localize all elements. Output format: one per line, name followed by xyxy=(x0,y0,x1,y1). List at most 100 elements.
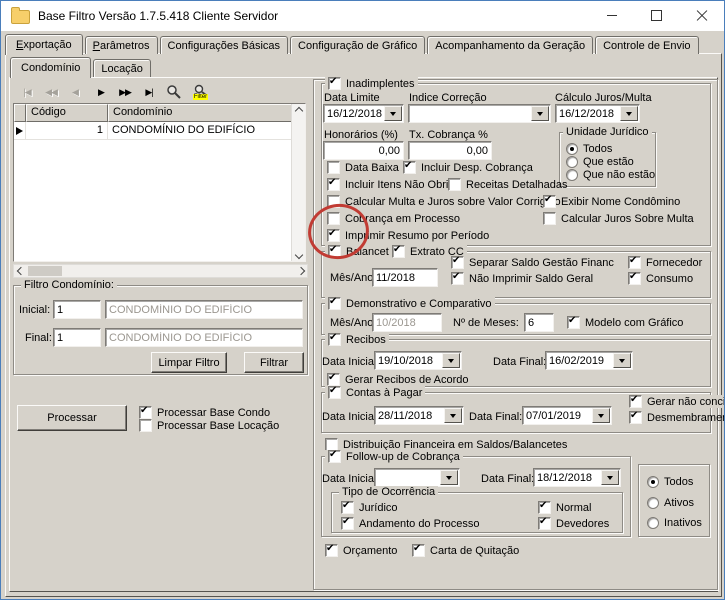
cell-codigo[interactable]: 1 xyxy=(26,122,108,139)
nao-imprimir-saldo-checkbox[interactable]: Não Imprimir Saldo Geral xyxy=(451,271,593,285)
nav-last-button[interactable]: ▶| xyxy=(137,83,161,101)
nav-next-button[interactable]: ▶ xyxy=(89,83,113,101)
scroll-down-button[interactable] xyxy=(292,248,305,261)
scroll-left-button[interactable] xyxy=(14,265,27,277)
tab-configuracao-grafico[interactable]: Configuração de Gráfico xyxy=(290,36,426,54)
desmembramento-checkbox[interactable]: Desmembramento xyxy=(629,410,724,424)
scroll-up-button[interactable] xyxy=(292,104,305,117)
tab-controle-envio[interactable]: Controle de Envio xyxy=(595,36,699,54)
final-code-field[interactable]: 1 xyxy=(53,328,101,347)
tab-exportacao[interactable]: Exportação xyxy=(5,34,83,55)
radio-que-estao[interactable]: Que estão xyxy=(566,155,634,168)
dropdown-button[interactable] xyxy=(531,106,549,121)
orcamento-checkbox[interactable]: Orçamento xyxy=(325,543,397,557)
indice-correcao-combo[interactable] xyxy=(408,104,551,123)
cell-condominio[interactable]: CONDOMÍNIO DO EDIFÍCIO xyxy=(108,122,292,139)
grid-vertical-scrollbar[interactable] xyxy=(291,104,305,261)
andamento-processo-checkbox[interactable]: Andamento do Processo xyxy=(341,516,479,530)
dropdown-button[interactable] xyxy=(613,353,631,368)
status-radio-todos[interactable]: Todos xyxy=(647,475,693,488)
tab-condominio[interactable]: Condomínio xyxy=(10,57,92,78)
recibos-data-inicial-combo[interactable]: 19/10/2018 xyxy=(374,351,462,370)
grid-col-codigo[interactable]: Código xyxy=(26,104,108,122)
filtrar-button[interactable]: Filtrar xyxy=(244,352,304,373)
dropdown-button[interactable] xyxy=(440,470,458,485)
juridico-checkbox[interactable]: Jurídico xyxy=(341,500,398,514)
maximize-button[interactable] xyxy=(634,1,679,30)
tab-acompanhamento-geracao[interactable]: Acompanhamento da Geração xyxy=(427,36,594,54)
incluir-desp-cobranca-label: Incluir Desp. Cobrança xyxy=(421,161,533,174)
tx-cobranca-field[interactable]: 0,00 xyxy=(408,141,492,160)
final-name-field[interactable]: CONDOMÍNIO DO EDIFÍCIO xyxy=(105,328,303,347)
dropdown-button[interactable] xyxy=(601,470,619,485)
demonstrativo-checkbox[interactable]: Demonstrativo e Comparativo xyxy=(325,296,495,310)
gerar-recibos-acordo-checkbox[interactable]: Gerar Recibos de Acordo xyxy=(327,372,469,386)
inicial-code-field[interactable]: 1 xyxy=(53,300,101,319)
grid-horizontal-scrollbar[interactable] xyxy=(13,264,308,278)
filter-button[interactable]: Filter xyxy=(189,81,212,102)
devedores-checkbox[interactable]: Devedores xyxy=(538,516,609,530)
calculo-juros-combo[interactable]: 16/12/2018 xyxy=(555,104,640,123)
nav-next-page-button[interactable]: ▶▶ xyxy=(113,83,137,101)
incluir-desp-cobranca-checkbox[interactable]: Incluir Desp. Cobrança xyxy=(403,160,533,174)
nav-first-button[interactable]: |◀ xyxy=(15,83,39,101)
consumo-checkbox[interactable]: Consumo xyxy=(628,271,693,285)
recibos-data-final-combo[interactable]: 16/02/2019 xyxy=(545,351,633,370)
followup-checkbox[interactable]: Follow-up de Cobrança xyxy=(325,449,463,463)
tab-locacao[interactable]: Locação xyxy=(93,59,151,77)
grid-col-condominio[interactable]: Condomínio xyxy=(108,104,294,122)
grid-row[interactable]: 1 CONDOMÍNIO DO EDIFÍCIO xyxy=(14,122,305,140)
status-radio-inativos[interactable]: Inativos xyxy=(647,516,702,529)
scrollbar-thumb[interactable] xyxy=(28,266,62,276)
calcular-juros-sobre-multa-checkbox[interactable]: Calcular Juros Sobre Multa xyxy=(543,212,694,225)
radio-que-nao-estao[interactable]: Que não estão xyxy=(566,168,655,181)
contas-data-inicial-combo[interactable]: 28/11/2018 xyxy=(374,406,464,425)
honorarios-field[interactable]: 0,00 xyxy=(323,141,404,160)
recibos-checkbox[interactable]: Recibos xyxy=(325,332,389,346)
carta-quitacao-checkbox[interactable]: Carta de Quitação xyxy=(412,543,519,557)
gerar-nao-conciliado-checkbox[interactable]: Gerar não conciliado xyxy=(626,394,724,408)
radio-todos[interactable]: Todos xyxy=(566,142,612,155)
normal-checkbox[interactable]: Normal xyxy=(538,500,591,514)
dropdown-button[interactable] xyxy=(592,408,610,423)
search-button[interactable] xyxy=(162,81,185,102)
dropdown-button[interactable] xyxy=(384,106,402,121)
calcular-multa-juros-checkbox[interactable]: Calcular Multa e Juros sobre Valor Corri… xyxy=(327,195,561,208)
scroll-right-button[interactable] xyxy=(294,265,307,277)
num-meses-field[interactable]: 6 xyxy=(524,313,554,332)
limpar-filtro-button[interactable]: Limpar Filtro xyxy=(151,352,227,373)
imprimir-resumo-periodo-checkbox[interactable]: Imprimir Resumo por Período xyxy=(327,228,489,242)
cobranca-em-processo-checkbox[interactable]: Cobrança em Processo xyxy=(327,212,460,225)
data-baixa-checkbox[interactable]: Data Baixa xyxy=(327,161,399,174)
processar-button[interactable]: Processar xyxy=(17,405,127,431)
minimize-button[interactable] xyxy=(589,1,634,30)
contas-data-final-combo[interactable]: 07/01/2019 xyxy=(522,406,612,425)
modelo-grafico-checkbox[interactable]: Modelo com Gráfico xyxy=(567,315,683,329)
status-radio-ativos[interactable]: Ativos xyxy=(647,496,694,509)
dropdown-button[interactable] xyxy=(444,408,462,423)
receitas-detalhadas-checkbox[interactable]: Receitas Detalhadas xyxy=(448,178,568,191)
contas-pagar-checkbox[interactable]: Contas à Pagar xyxy=(325,385,426,399)
nav-prior-button[interactable]: ◀ xyxy=(63,83,87,101)
separar-saldo-checkbox[interactable]: Separar Saldo Gestão Financ xyxy=(451,255,614,269)
followup-data-final-combo[interactable]: 18/12/2018 xyxy=(533,468,621,487)
processar-base-condo-checkbox[interactable]: Processar Base Condo xyxy=(139,405,270,419)
tab-parametros[interactable]: Parâmetros xyxy=(84,36,158,54)
processar-base-locacao-checkbox[interactable]: Processar Base Locação xyxy=(139,419,279,432)
followup-data-inicial-combo[interactable] xyxy=(374,468,460,487)
exibir-nome-condomino-checkbox[interactable]: Exibir Nome Condômino xyxy=(543,194,680,208)
nav-prior-page-button[interactable]: ◀◀ xyxy=(39,83,63,101)
balancetes-mes-ano-field[interactable]: 11/2018 xyxy=(372,268,438,287)
radio-icon xyxy=(566,155,578,168)
inicial-name-field[interactable]: CONDOMÍNIO DO EDIFÍCIO xyxy=(105,300,303,319)
tab-configuracoes-basicas[interactable]: Configurações Básicas xyxy=(159,36,289,54)
close-button[interactable] xyxy=(679,1,724,30)
dropdown-button[interactable] xyxy=(442,353,460,368)
data-limite-combo[interactable]: 16/12/2018 xyxy=(323,104,404,123)
inadimplentes-checkbox[interactable]: Inadimplentes xyxy=(325,76,418,90)
condominio-grid[interactable]: Código Condomínio 1 CONDOMÍNIO DO EDIFÍC… xyxy=(13,103,306,262)
dropdown-button[interactable] xyxy=(620,106,638,121)
tx-cobranca-label: Tx. Cobrança % xyxy=(409,129,488,141)
fornecedor-checkbox[interactable]: Fornecedor xyxy=(628,255,702,269)
incluir-itens-nao-obrig-checkbox[interactable]: Incluir Itens Não Obrig. xyxy=(327,177,458,191)
